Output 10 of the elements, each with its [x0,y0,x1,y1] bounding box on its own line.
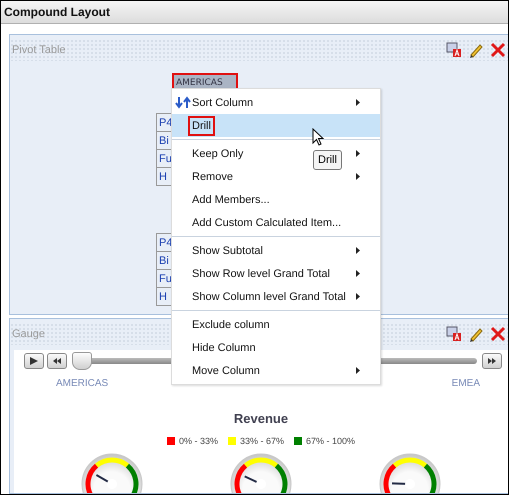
legend-label: 67% - 100% [306,436,356,446]
section-title: Gauge [12,328,46,340]
window-title: Compound Layout [4,5,110,19]
section-title: Pivot Table [12,44,66,56]
slider-label: AMERICAS [56,378,108,389]
tooltip: Drill [313,150,342,170]
slider-label: EMEA [452,378,480,389]
legend-label: 33% - 67% [240,436,284,446]
legend-label: 0% - 33% [178,436,218,446]
chart-title: Revenue [232,411,290,426]
